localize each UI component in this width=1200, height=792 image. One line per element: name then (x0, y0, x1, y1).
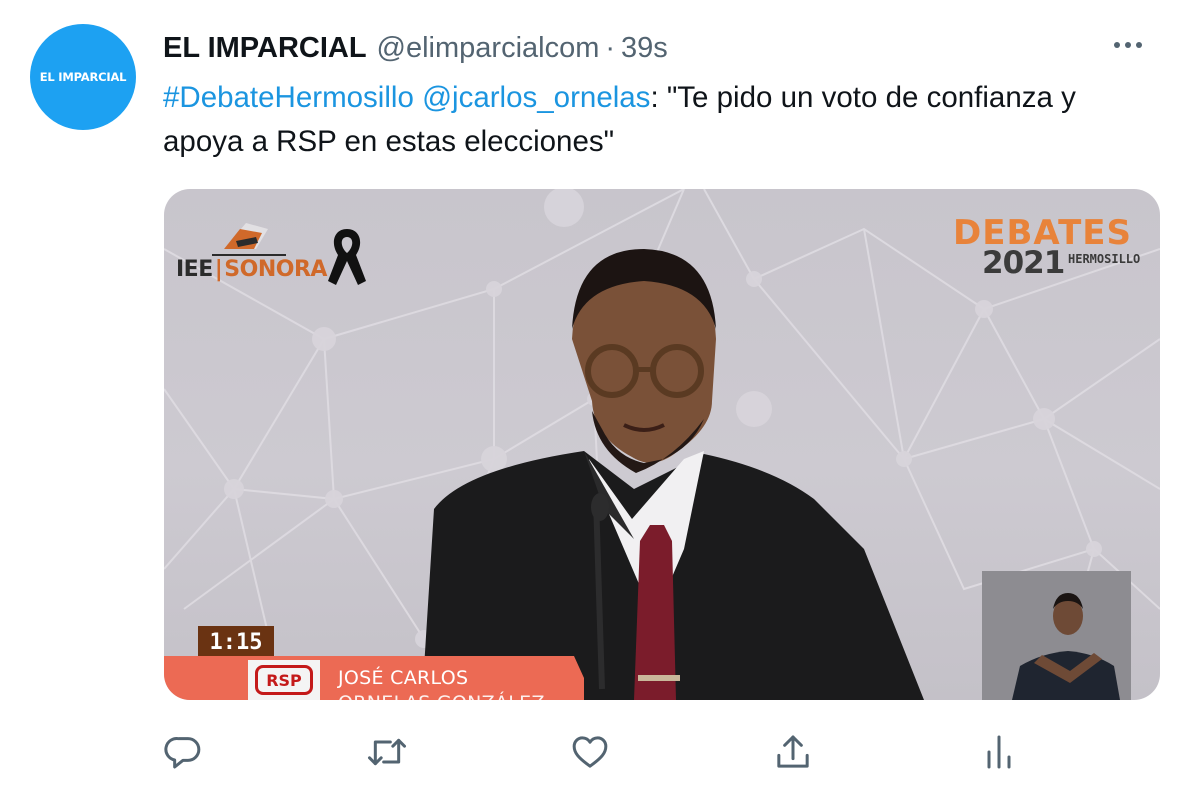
speaking-timer: 1:15 (198, 626, 274, 659)
analytics-icon (987, 735, 1011, 769)
candidate-surname: ORNELAS GONZÁLEZ (338, 692, 545, 700)
tweet-header: EL IMPARCIAL @elimparcialcom · 39s (163, 28, 668, 68)
more-options-icon[interactable] (1110, 28, 1146, 62)
candidate-name: JOSÉ CARLOS (338, 667, 469, 689)
avatar-label: EL IMPARCIAL (39, 70, 127, 84)
like-icon (572, 736, 608, 768)
mention-link[interactable]: @jcarlos_ornelas (422, 81, 650, 114)
like-button[interactable] (567, 732, 613, 772)
tweet-text: #DebateHermosillo @jcarlos_ornelas: "Te … (163, 76, 1123, 164)
debates-city: HERMOSILLO (1068, 252, 1141, 266)
iee-logo-icon (212, 223, 286, 256)
hashtag-link[interactable]: #DebateHermosillo (163, 81, 414, 114)
debates-year: 2021 (982, 245, 1065, 281)
share-button[interactable] (770, 732, 816, 772)
share-icon (777, 735, 809, 768)
header-separator: · (605, 31, 616, 64)
reply-icon (164, 736, 201, 769)
avatar[interactable]: EL IMPARCIAL (30, 24, 136, 130)
author-name[interactable]: EL IMPARCIAL (163, 32, 367, 65)
tweet-actions (0, 720, 1200, 780)
sign-language-interpreter (982, 571, 1131, 700)
analytics-button[interactable] (976, 732, 1022, 772)
tweet-video[interactable]: IEE|SONORA DEBATES 2021 HERMOSILLO 1:15 … (164, 189, 1160, 700)
candidate-figure (422, 249, 924, 700)
rsp-party-logo: RSP (255, 665, 313, 695)
iee-sonora-logo: IEE|SONORA (176, 257, 327, 282)
reply-button[interactable] (160, 732, 206, 772)
author-handle[interactable]: @elimparcialcom (377, 32, 600, 65)
mourning-ribbon-icon (328, 229, 366, 285)
retweet-button[interactable] (364, 732, 410, 772)
retweet-icon (368, 738, 406, 766)
tweet-timestamp[interactable]: 39s (621, 32, 668, 65)
